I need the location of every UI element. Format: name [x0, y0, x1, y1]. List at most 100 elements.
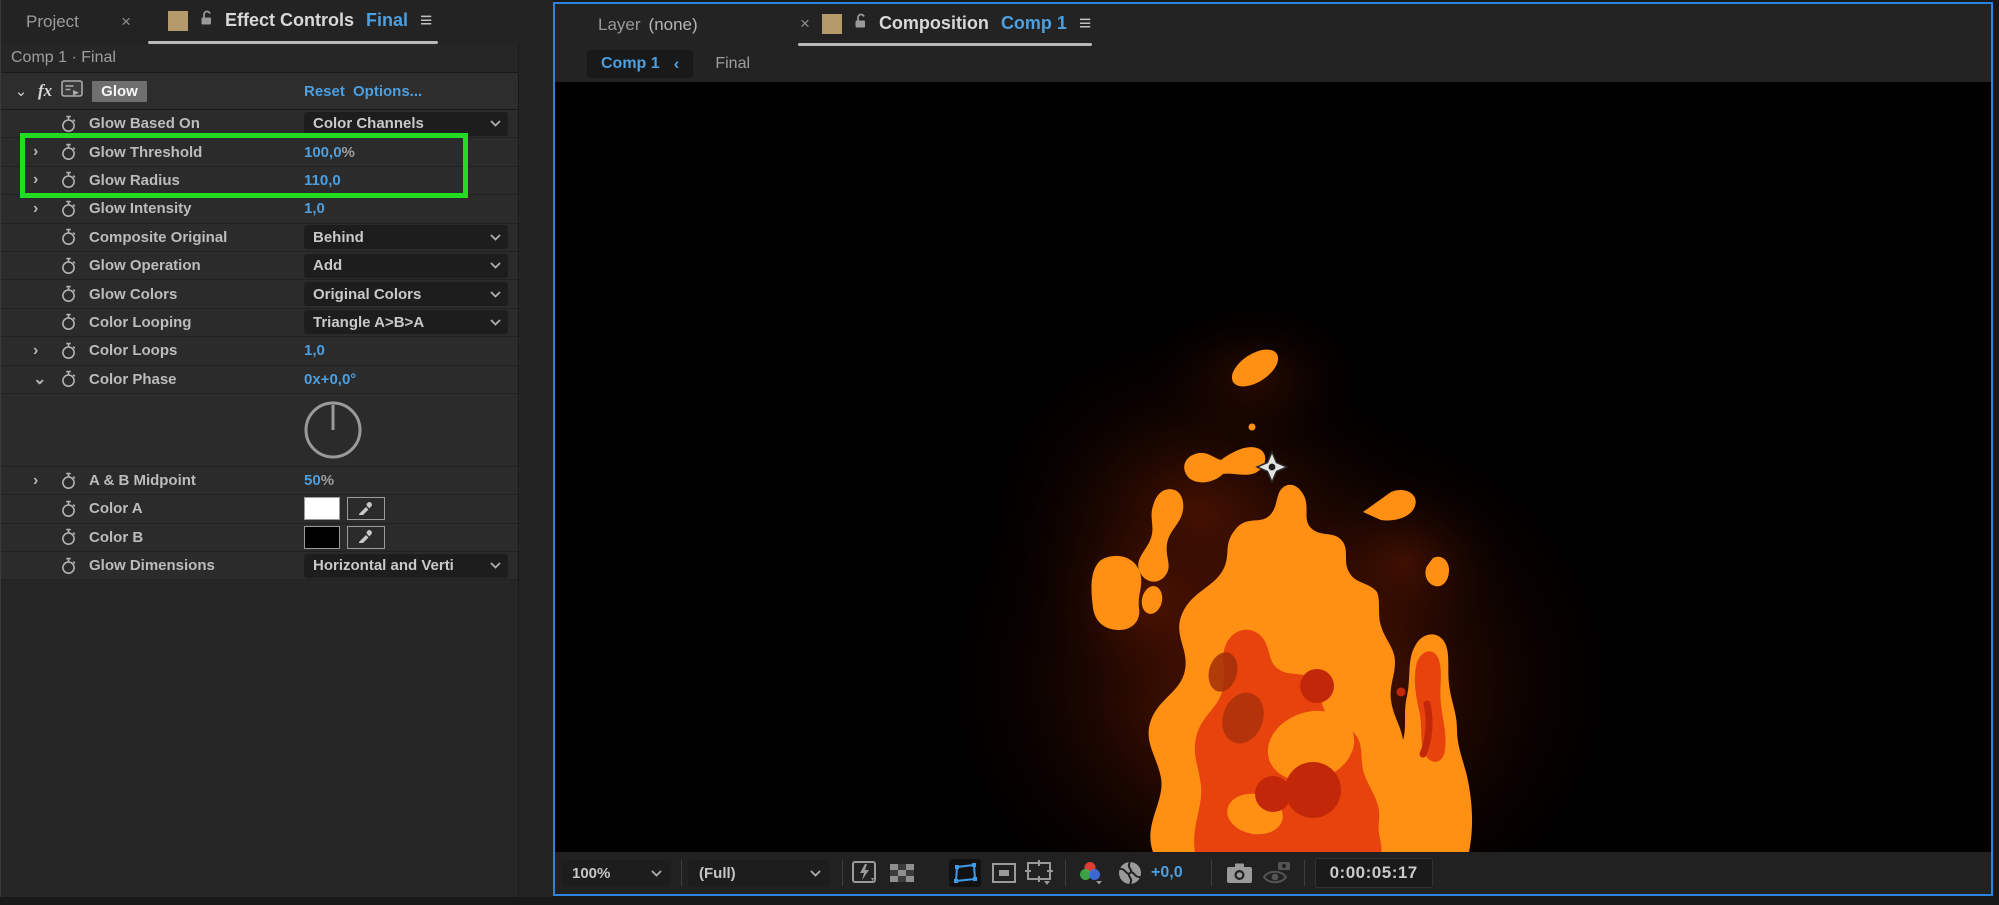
param-value-area: [304, 525, 385, 549]
close-icon[interactable]: ×: [800, 14, 810, 34]
chevron-down-icon[interactable]: ⌄: [13, 82, 29, 100]
stopwatch-icon[interactable]: [61, 342, 89, 360]
zoom-value: 100%: [572, 864, 611, 882]
param-dropdown[interactable]: Behind: [304, 225, 508, 250]
stopwatch-icon[interactable]: [61, 500, 89, 518]
param-value-suffix: %: [320, 472, 335, 490]
param-value[interactable]: 1,0: [304, 200, 325, 217]
panel-group-swatch: [821, 13, 842, 34]
stopwatch-icon[interactable]: [61, 472, 89, 490]
effect-controls-title: Effect Controls: [225, 10, 355, 30]
show-snapshot-eye-icon[interactable]: [1262, 861, 1292, 885]
stopwatch-icon[interactable]: [61, 313, 89, 331]
stopwatch-icon[interactable]: [61, 115, 89, 133]
exposure-value[interactable]: +0,0: [1151, 864, 1183, 882]
stopwatch-icon[interactable]: [61, 143, 89, 161]
dropdown-value: Triangle A>B>A: [313, 313, 425, 331]
timecode-display[interactable]: 0:00:05:17: [1314, 858, 1433, 888]
param-label: Glow Threshold: [89, 143, 203, 161]
param-value-area: 110,0: [304, 172, 341, 189]
exposure-icon[interactable]: [1117, 860, 1143, 886]
unlock-icon[interactable]: [854, 13, 867, 34]
toolbar-separator: [681, 860, 682, 886]
composition-viewport[interactable]: [555, 82, 1991, 852]
breadcrumb: Comp 1 · Final: [11, 49, 116, 66]
param-row-glow-operation: Glow Operation Add: [1, 251, 518, 281]
panel-menu-icon[interactable]: ≡: [420, 10, 432, 31]
color-swatch[interactable]: [304, 497, 340, 521]
param-dropdown[interactable]: Add: [304, 253, 508, 278]
composition-target: Comp 1: [1000, 13, 1067, 33]
options-button[interactable]: Options...: [353, 83, 422, 100]
stopwatch-icon[interactable]: [61, 228, 89, 246]
toolbar-separator: [1210, 860, 1212, 886]
viewer-toolbar: 100% (Full) +0,0 0:00:05:17: [555, 852, 1991, 894]
panel-menu-icon[interactable]: ≡: [1079, 13, 1091, 34]
param-value-suffix: %: [341, 143, 355, 161]
param-dropdown[interactable]: Color Channels: [304, 111, 508, 136]
close-icon[interactable]: ×: [121, 12, 131, 32]
region-of-interest-icon[interactable]: [949, 859, 981, 887]
param-value[interactable]: 50: [304, 472, 321, 489]
param-value[interactable]: 110,0: [304, 172, 341, 189]
fx-icon[interactable]: fx: [38, 81, 52, 101]
stopwatch-icon[interactable]: [61, 528, 89, 546]
param-value[interactable]: 0x+0,0°: [304, 371, 356, 388]
breadcrumb-current: Final: [715, 55, 751, 72]
tab-layer[interactable]: Layer (none): [598, 4, 698, 46]
resolution-dropdown[interactable]: (Full): [688, 859, 830, 887]
param-row-glow-intensity: › Glow Intensity 1,0: [1, 195, 518, 224]
param-label: Color Phase: [89, 370, 177, 388]
chevron-down-icon[interactable]: ⌄: [33, 369, 61, 389]
tab-composition[interactable]: × Composition Comp 1 ≡: [800, 4, 1091, 43]
param-row-glow-based-on: Glow Based On Color Channels: [1, 110, 518, 139]
param-value[interactable]: 1,0: [304, 342, 325, 359]
param-label: Color A: [89, 500, 143, 518]
breadcrumb-comp-button[interactable]: Comp 1 ‹: [587, 50, 694, 78]
tab-effect-controls[interactable]: Effect Controls Final ≡: [148, 0, 432, 41]
channels-rgb-icon[interactable]: [1078, 861, 1104, 885]
effect-controls-panel: Project × Effect Controls Final ≡ Comp 1…: [0, 0, 553, 897]
stopwatch-icon[interactable]: [61, 557, 89, 575]
param-row-glow-threshold: › Glow Threshold 100,0%: [1, 138, 518, 167]
chevron-right-icon[interactable]: ›: [33, 200, 61, 218]
stopwatch-icon[interactable]: [61, 285, 89, 303]
transparency-grid-icon[interactable]: [889, 863, 915, 883]
angle-dial[interactable]: [301, 398, 365, 467]
snapshot-camera-icon[interactable]: [1226, 862, 1253, 884]
stopwatch-icon[interactable]: [61, 257, 89, 275]
param-label: Glow Operation: [89, 257, 201, 275]
mask-guides-icon[interactable]: [991, 862, 1017, 884]
unlock-icon[interactable]: [200, 10, 213, 31]
chevron-right-icon[interactable]: ›: [33, 171, 61, 189]
param-dropdown[interactable]: Triangle A>B>A: [304, 310, 508, 335]
chevron-right-icon[interactable]: ›: [33, 143, 61, 161]
view-options-icon[interactable]: [1025, 860, 1055, 886]
chevron-right-icon[interactable]: ›: [33, 342, 61, 360]
stopwatch-icon[interactable]: [61, 200, 89, 218]
dropdown-value: Add: [313, 257, 343, 275]
effect-name-selected[interactable]: Glow: [92, 80, 147, 102]
stopwatch-icon[interactable]: [61, 370, 89, 388]
param-row-a-b-midpoint: › A & B Midpoint 50%: [1, 466, 518, 496]
eyedropper-icon[interactable]: [347, 525, 385, 549]
fast-preview-icon[interactable]: [851, 860, 879, 886]
param-dropdown[interactable]: Original Colors: [304, 282, 508, 307]
zoom-dropdown[interactable]: 100%: [561, 859, 671, 887]
toolbar-separator: [1065, 860, 1066, 886]
stopwatch-icon[interactable]: [61, 171, 89, 189]
breadcrumb-comp-label: Comp 1: [601, 55, 660, 72]
param-label: Glow Dimensions: [89, 557, 215, 575]
color-swatch[interactable]: [304, 525, 340, 549]
eyedropper-icon[interactable]: [347, 497, 385, 521]
param-dropdown[interactable]: Horizontal and Verti: [304, 553, 508, 578]
tab-project[interactable]: Project ×: [1, 0, 147, 44]
chevron-right-icon[interactable]: ›: [33, 472, 61, 490]
param-value-area: 50%: [304, 472, 334, 489]
param-value[interactable]: 100,0: [304, 144, 342, 161]
effect-controls-body: Comp 1 · Final ⌄ fx Glow Reset Options..…: [1, 44, 519, 897]
reset-button[interactable]: Reset: [304, 83, 345, 100]
param-row-composite-original: Composite Original Behind: [1, 223, 518, 252]
param-value-area: Horizontal and Verti: [304, 553, 508, 578]
param-label: Glow Intensity: [89, 200, 192, 218]
